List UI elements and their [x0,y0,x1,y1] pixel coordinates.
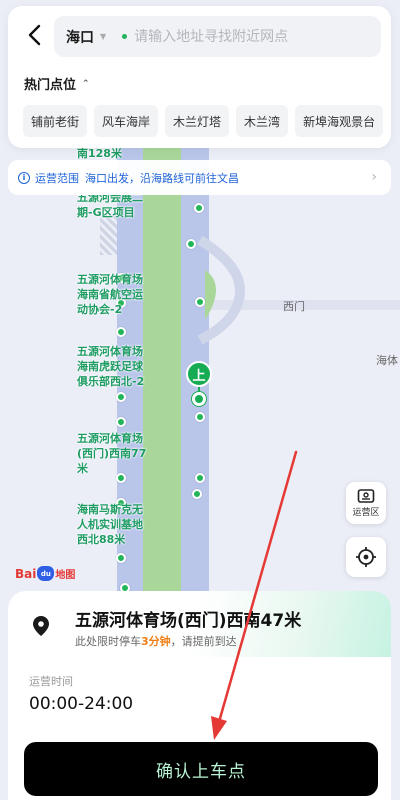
service-zone-label: 运营区 [352,508,380,518]
boarding-marker-badge: 上 [186,361,212,387]
stop-label-line: 动协会-2 [77,303,123,316]
stop-label-line: 五源河体育场 [77,345,143,358]
city-name: 海口 [66,29,94,46]
hot-spot-tag[interactable]: 铺前老街 [23,105,88,137]
stop-dot[interactable] [195,473,205,483]
info-icon: i [18,171,30,184]
stop-label-line: 五源河体育场 [77,273,143,286]
map-roundabout [197,235,245,345]
stop-dot[interactable] [116,392,126,402]
chevron-left-icon [28,24,41,46]
hot-spot-tag[interactable]: 木兰湾 [236,105,289,137]
crosshair-icon [356,547,376,567]
map-label-fragment: 南128米 [77,147,122,160]
stop-label[interactable]: 海南马斯克无 人机实训基地 西北88米 [77,502,143,547]
baidu-logo-map-text: 地图 [55,570,76,581]
stop-dot[interactable] [186,239,196,249]
hot-spots-title: 热门点位 [24,78,77,93]
stop-label-line: (西门)西南77 [77,447,147,460]
hot-spots-toggle[interactable]: 热门点位 ⌃ [24,74,90,93]
stop-label[interactable]: 五源河体育场 海南省航空运 动协会-2 [77,272,143,317]
map-hatched-area [100,215,117,255]
chevron-up-icon: ⌃ [82,78,90,89]
stop-label-line: 米 [77,462,88,475]
hot-spot-tag[interactable]: 木兰灯塔 [165,105,230,137]
stop-dot[interactable] [116,553,126,563]
service-area-notice[interactable]: i 运营范围 海口出发，沿海路线可前往文昌 › [8,160,391,195]
search-card: 海口 ▼ 热门点位 ⌃ 铺前老街 风车海岸 木兰灯塔 木兰湾 新埠海观景台 [8,6,391,148]
search-input[interactable] [134,28,345,45]
baidu-logo-text: Bai [15,566,37,581]
stop-dot[interactable] [192,489,202,499]
zone-map-icon [357,489,375,503]
paw-icon: du [37,566,55,581]
stop-label[interactable]: 五源河体育场 海南虎跃足球 俱乐部西北-2 [77,344,144,389]
location-dot-icon [122,34,128,39]
location-pin-icon [33,616,49,636]
stop-label-line: 海南虎跃足球 [77,360,143,373]
stop-label-line: 人机实训基地 [77,518,143,531]
chevron-right-icon: › [371,169,377,185]
stop-label-line: 俱乐部西北-2 [77,375,145,388]
operating-hours-value: 00:00-24:00 [29,694,134,714]
service-zone-button[interactable]: 运营区 [346,482,386,524]
stop-label[interactable]: 五源河体育场 (西门)西南77 米 [77,431,146,476]
parking-note-suffix: ，请提前到达 [170,635,237,648]
stop-label-line: 五源河体育场 [77,432,143,445]
back-button[interactable] [20,20,48,50]
caret-down-icon: ▼ [100,32,107,41]
stop-label-line: 西北88米 [77,533,126,546]
stop-dot[interactable] [195,412,205,422]
stop-dot[interactable] [194,203,204,213]
stop-dot[interactable] [116,327,126,337]
street-label-west-gate: 西门 [283,300,305,313]
pickup-place-name: 五源河体育场(西门)西南47米 [75,611,302,631]
parking-note: 此处限时停车3分钟，请提前到达 [75,633,237,649]
street-label-right: 海体 [376,354,398,367]
hot-spot-tag[interactable]: 新埠海观景台 [295,105,384,137]
locate-button[interactable] [346,537,386,577]
parking-time-limit: 3分钟 [141,635,171,648]
boarding-marker-point [192,392,206,406]
hot-spot-tag[interactable]: 风车海岸 [94,105,159,137]
notice-label: 运营范围 [35,171,79,185]
stop-dot[interactable] [116,417,126,427]
map-label-fragment: 期-G区项目 [77,206,135,219]
parking-note-prefix: 此处限时停车 [75,635,141,648]
stop-label-line: 海南省航空运 [77,288,143,301]
city-selector[interactable]: 海口 ▼ [54,27,106,47]
confirm-pickup-button[interactable]: 确认上车点 [24,742,378,796]
baidu-map-logo: Bai du 地图 [15,566,75,581]
notice-text: 海口出发，沿海路线可前往文昌 [85,171,239,185]
hot-spot-tags: 铺前老街 风车海岸 木兰灯塔 木兰湾 新埠海观景台 [23,105,384,137]
stop-dot[interactable] [195,297,205,307]
stop-label-line: 海南马斯克无 [77,503,143,516]
map-green-median [143,140,181,600]
boarding-marker[interactable]: 上 [186,361,214,407]
search-bar[interactable]: 海口 ▼ [54,16,381,57]
operating-hours-label: 运营时间 [29,675,73,688]
